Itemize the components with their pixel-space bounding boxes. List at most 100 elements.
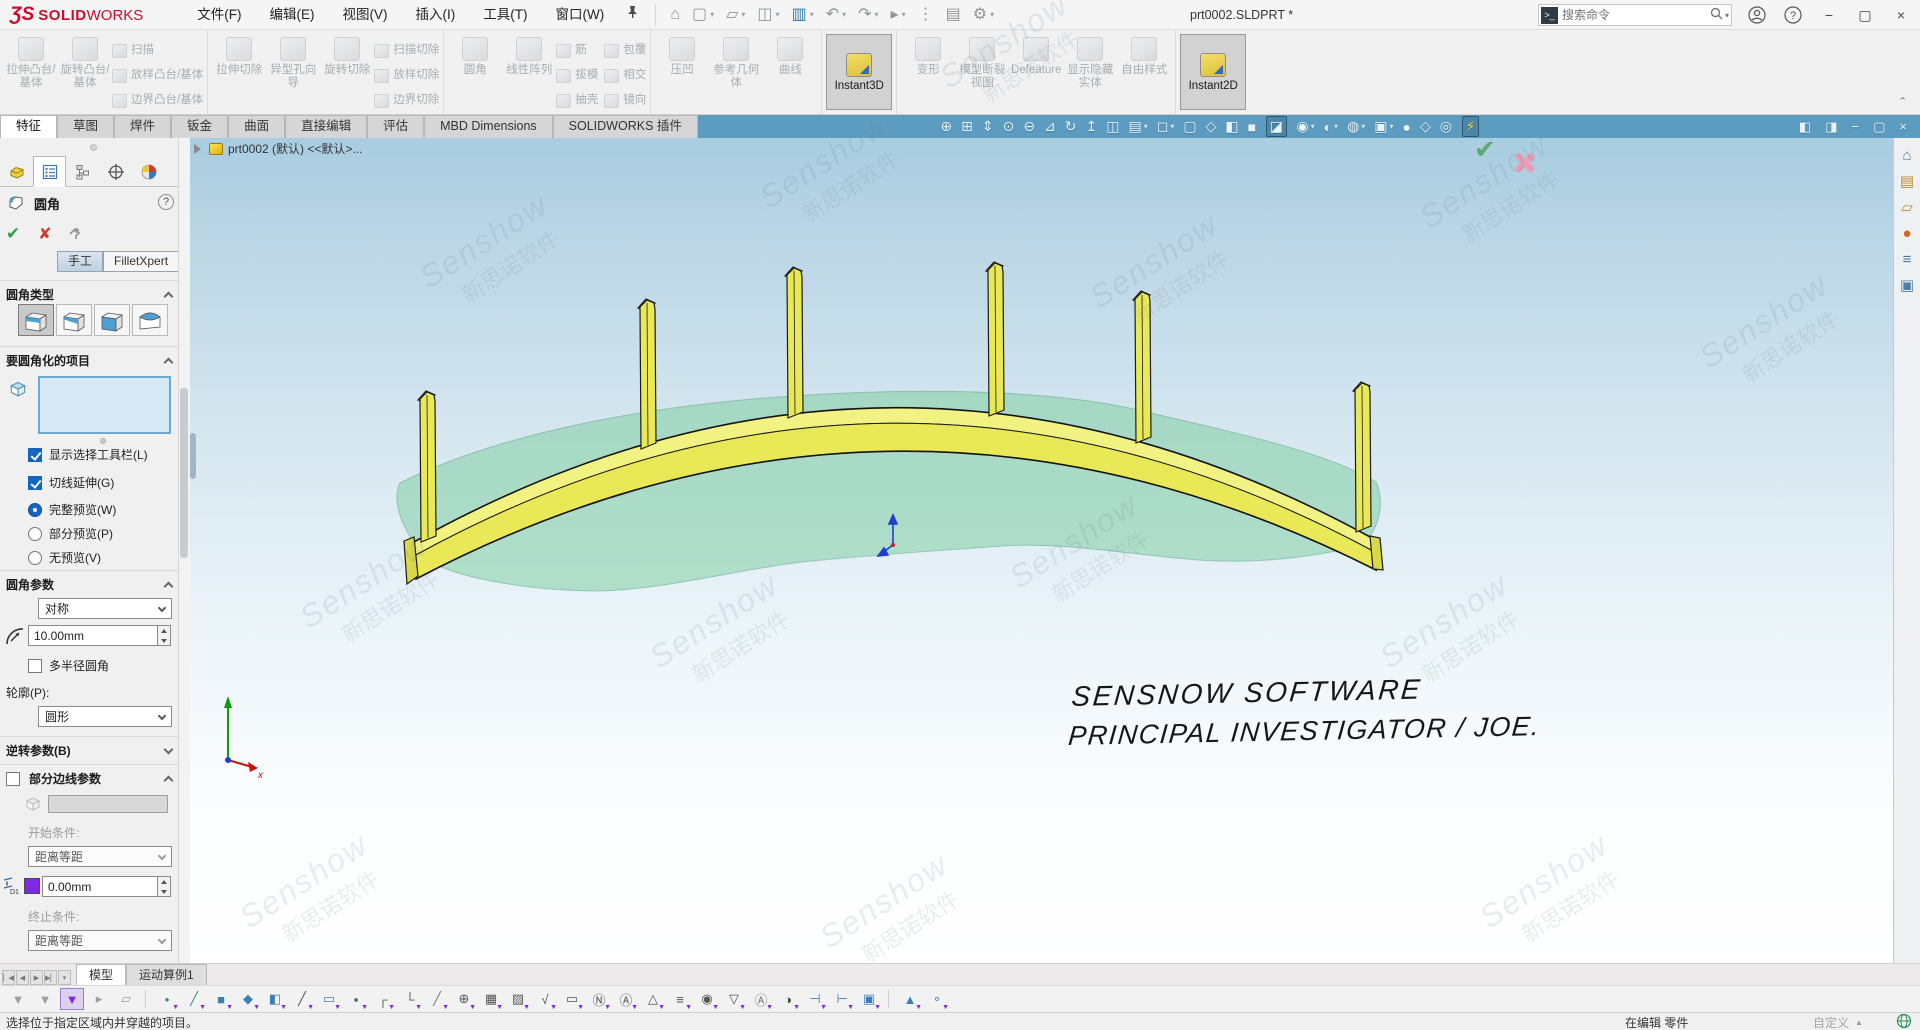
dropdown-arrow-icon[interactable]: ▾ <box>810 1 814 29</box>
filter-solid-icon[interactable]: ◧ ▼ <box>263 988 287 1010</box>
radius-spinner[interactable] <box>158 625 171 646</box>
tab-mbd-dimensions[interactable]: MBD Dimensions <box>424 115 553 138</box>
ok-button[interactable]: ✔ <box>6 224 20 244</box>
filter-hatch-icon[interactable]: ▨ ▼ <box>506 988 530 1010</box>
filter-screen-icon[interactable]: ▣ ▼ <box>857 988 881 1010</box>
filter-plug-right-icon[interactable]: ⊢ ▼ <box>830 988 854 1010</box>
pin-toolbar-icon[interactable] <box>626 5 639 24</box>
filter-origin-icon[interactable]: ⊕ ▼ <box>452 988 476 1010</box>
dropdown-arrow-icon[interactable]: ▾ <box>842 1 846 29</box>
menu-window[interactable]: 窗口(W) <box>542 0 619 29</box>
print-icon[interactable]: ▥▾ <box>792 1 814 29</box>
face-fillet-button[interactable] <box>94 304 130 336</box>
model-break-view-button[interactable]: 模型断裂视图 <box>955 34 1009 90</box>
close-button[interactable]: × <box>1886 0 1916 30</box>
pane-right-icon[interactable]: ◨ <box>1825 119 1837 135</box>
filter-thread-icon[interactable]: ≡ ▼ <box>668 988 692 1010</box>
panel-resize-splitter[interactable] <box>190 433 196 479</box>
current-display-icon[interactable]: ◪▾ <box>1266 116 1287 137</box>
radio-icon[interactable] <box>28 551 42 565</box>
revolve-boss-button[interactable]: 旋转凸台/基体 <box>58 34 112 90</box>
dropdown-arrow-icon[interactable]: ▾ <box>1390 122 1394 131</box>
manual-mode-button[interactable]: 手工 <box>57 251 103 272</box>
help-icon[interactable]: ? <box>158 194 174 210</box>
search-icon[interactable] <box>1710 7 1723 23</box>
tangent-propagation-option[interactable]: 切线延伸(G) <box>28 474 114 491</box>
zoom-fit-icon[interactable]: ⊕▾ <box>940 118 952 135</box>
filter-plane-icon[interactable]: ▭ ▼ <box>317 988 341 1010</box>
doc-restore-button[interactable]: ▢ <box>1873 119 1885 135</box>
start-condition-dropdown[interactable]: 距离等距 <box>28 846 172 867</box>
tab-weldments[interactable]: 焊件 <box>114 115 171 138</box>
restore-button[interactable]: ▢ <box>1850 0 1880 30</box>
tab-list-button[interactable]: ▾ <box>58 970 71 985</box>
flyout-tree-arrow-icon[interactable] <box>194 144 201 154</box>
filter-pin-icon[interactable]: ▽ ▼ <box>722 988 746 1010</box>
filter-dot-icon[interactable]: ∘ ▼ <box>925 988 949 1010</box>
loft-cut-button[interactable]: 放样切除 <box>374 63 439 88</box>
dropdown-arrow-icon[interactable]: ▾ <box>741 1 745 29</box>
items-to-fillet-section-header[interactable]: 要圆角化的项目 <box>6 352 172 369</box>
appearance-icon[interactable]: ◐▾ <box>1324 119 1338 135</box>
last-tab-button[interactable]: ▶▏ <box>44 970 57 985</box>
fillet-parameters-section-header[interactable]: 圆角参数 <box>6 576 172 593</box>
undo-icon[interactable]: ↶▾ <box>826 1 846 29</box>
tab-sheet-metal[interactable]: 钣金 <box>171 115 228 138</box>
custom-properties-icon[interactable]: ≡ <box>1903 251 1912 269</box>
model-tab[interactable]: 模型 <box>76 964 126 985</box>
checkbox-checked-icon[interactable] <box>28 476 42 490</box>
fillet-type-section-header[interactable]: 圆角类型 <box>6 286 172 303</box>
radius-value-field[interactable]: 10.00mm <box>28 625 158 646</box>
next-tab-button[interactable]: ▶ <box>30 970 43 985</box>
account-icon[interactable] <box>1742 0 1772 30</box>
full-preview-option[interactable]: 完整预览(W) <box>28 501 116 518</box>
camera-icon[interactable]: ◎▾ <box>1440 118 1452 135</box>
zoom-inout-icon[interactable]: ⇕▾ <box>982 118 994 135</box>
shaded-icon[interactable]: ■▾ <box>1248 119 1256 135</box>
display-style-icon[interactable]: ◻▾ <box>1157 118 1175 135</box>
edges-selection-listbox[interactable] <box>38 376 171 434</box>
customize-status[interactable]: 自定义▲ <box>1813 1014 1863 1030</box>
realview-icon[interactable]: ⚡▾ <box>1462 116 1480 137</box>
filter-dimension-icon[interactable]: ▦ ▼ <box>479 988 503 1010</box>
panel-scrollbar-thumb[interactable] <box>180 388 188 558</box>
menu-view[interactable]: 视图(V) <box>329 0 402 29</box>
menu-edit[interactable]: 编辑(E) <box>256 0 329 29</box>
end-condition-dropdown[interactable]: 距离等距 <box>28 930 172 951</box>
search-dropdown-icon[interactable]: ▾ <box>1725 11 1729 20</box>
design-library-icon[interactable]: ▤ <box>1900 173 1914 191</box>
filter-annotation-icon[interactable]: Ⓐ ▼ <box>749 988 773 1010</box>
doc-close-button[interactable]: × <box>1899 119 1907 134</box>
search-input[interactable] <box>1562 8 1710 22</box>
plane-view-icon[interactable]: ◫▾ <box>1106 118 1119 135</box>
hidden-lines-icon[interactable]: ◇▾ <box>1206 118 1217 135</box>
filter-datum-icon[interactable]: ▭ ▼ <box>560 988 584 1010</box>
curves-button[interactable]: 曲线 <box>763 34 817 90</box>
fillet-button[interactable]: 圆角 <box>448 34 502 77</box>
filter-face-icon[interactable]: ■ ▼ <box>209 988 233 1010</box>
multi-radius-option[interactable]: 多半径圆角 <box>28 657 109 674</box>
featuremanager-tab[interactable] <box>0 156 33 187</box>
filletxpert-mode-button[interactable]: FilletXpert <box>103 251 179 272</box>
shaded-edges-icon[interactable]: ◧▾ <box>1225 118 1238 135</box>
extrude-boss-button[interactable]: 拉伸凸台/基体 <box>4 34 58 90</box>
configuration-manager-tab[interactable] <box>66 156 99 187</box>
sep1[interactable] <box>145 990 151 1008</box>
minimize-button[interactable]: − <box>1814 0 1844 30</box>
revolve-cut-button[interactable]: 旋转切除 <box>320 34 374 90</box>
freeform-button[interactable]: 自由样式 <box>1117 34 1171 90</box>
radio-selected-icon[interactable] <box>28 503 42 517</box>
boundary-cut-button[interactable]: 边界切除 <box>374 88 439 113</box>
filter-surface-icon[interactable]: ◆ ▼ <box>236 988 260 1010</box>
mirror-button[interactable]: 镜向 <box>604 88 646 113</box>
dimxpert-manager-tab[interactable] <box>99 156 132 187</box>
sweep-cut-button[interactable]: 扫描切除 <box>374 38 439 63</box>
menu-file[interactable]: 文件(F) <box>183 0 255 29</box>
instant3d-button[interactable]: Instant3D <box>826 34 892 110</box>
tab-features[interactable]: 特征 <box>0 115 57 138</box>
filter-light-icon[interactable]: ◉ ▼ <box>695 988 719 1010</box>
hide-show-items-icon[interactable]: ◉▾ <box>1296 118 1314 135</box>
view-orientation-icon[interactable]: ▤▾ <box>1129 118 1148 135</box>
new-file-icon[interactable]: ▢▾ <box>692 1 714 29</box>
ambient-occlusion-icon[interactable]: ●▾ <box>1403 119 1411 135</box>
